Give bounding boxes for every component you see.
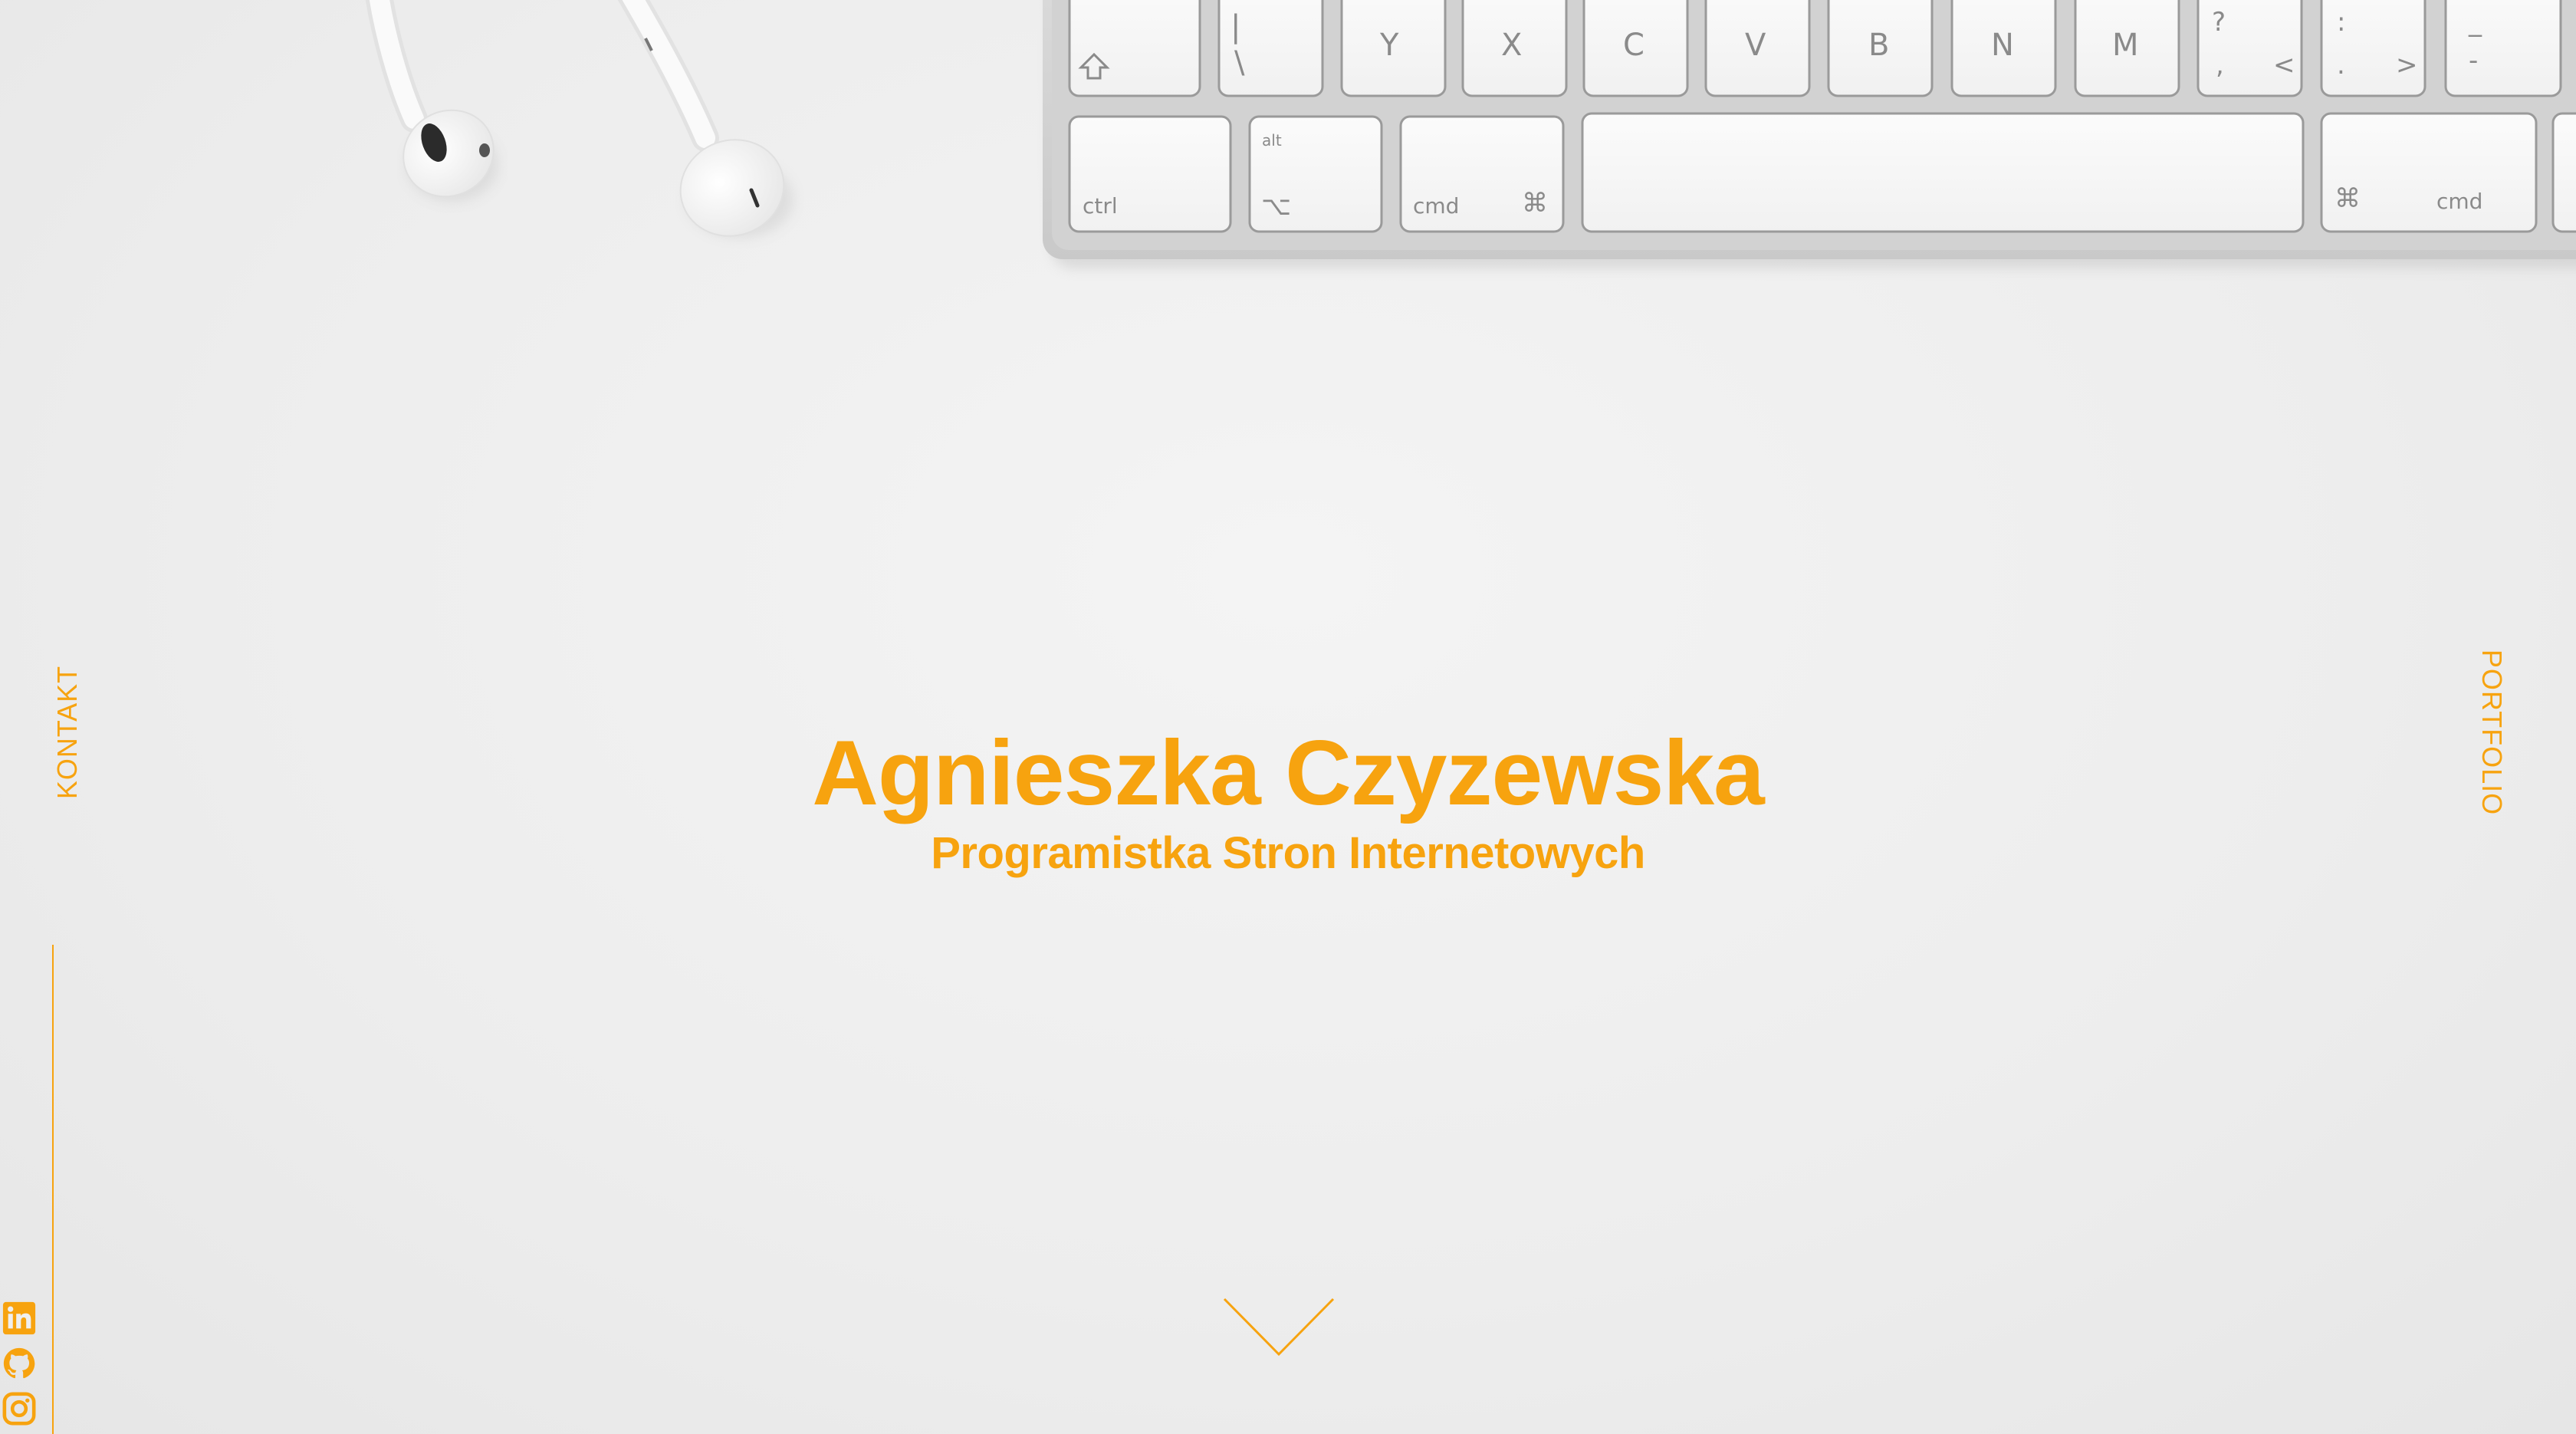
instagram-icon — [2, 1392, 36, 1426]
svg-text:B: B — [1868, 28, 1889, 63]
svg-text:⌘: ⌘ — [1522, 188, 1548, 219]
hero-subtitle: Programistka Stron Internetowych — [931, 828, 1645, 878]
left-divider-line — [52, 945, 54, 1434]
svg-text:N: N — [1991, 28, 2014, 63]
svg-text:_: _ — [2468, 7, 2482, 38]
earbuds-image — [365, 0, 794, 238]
svg-text:cmd: cmd — [2436, 189, 2482, 214]
svg-text:cmd: cmd — [1413, 193, 1459, 219]
scroll-down-button[interactable] — [1221, 1296, 1336, 1357]
svg-text:X: X — [1501, 28, 1522, 63]
svg-text:Y: Y — [1379, 28, 1399, 63]
hero-text-block: Agnieszka Czyzewska Programistka Stron I… — [0, 719, 2576, 880]
svg-text:V: V — [1745, 28, 1766, 63]
svg-text:,: , — [2216, 50, 2224, 81]
background-photo: | \ Y X C V B N M ? , < : . > _ - ctrl a… — [365, 0, 2576, 268]
svg-text:\: \ — [1234, 45, 1245, 81]
instagram-link[interactable] — [2, 1391, 37, 1426]
svg-text::: : — [2337, 7, 2345, 38]
hero-section: | \ Y X C V B N M ? , < : . > _ - ctrl a… — [0, 0, 2576, 1434]
github-link[interactable] — [2, 1346, 37, 1381]
svg-text:M: M — [2112, 28, 2139, 63]
hero-name: Agnieszka Czyzewska — [812, 722, 1765, 824]
svg-text:-: - — [2469, 45, 2478, 76]
svg-text:ctrl: ctrl — [1083, 193, 1118, 219]
svg-text:C: C — [1623, 28, 1644, 63]
svg-text:⌘: ⌘ — [2334, 183, 2361, 214]
chevron-down-icon — [1223, 1298, 1335, 1357]
svg-text:?: ? — [2212, 7, 2226, 38]
svg-text:<: < — [2273, 50, 2295, 81]
svg-text:|: | — [1230, 9, 1240, 44]
linkedin-link[interactable] — [2, 1301, 37, 1336]
linkedin-icon — [2, 1301, 36, 1335]
svg-text:alt: alt — [1262, 131, 1282, 150]
svg-text:>: > — [2396, 50, 2418, 81]
svg-text:⌥: ⌥ — [1261, 191, 1291, 222]
svg-text:.: . — [2337, 50, 2345, 81]
github-icon — [3, 1347, 35, 1379]
